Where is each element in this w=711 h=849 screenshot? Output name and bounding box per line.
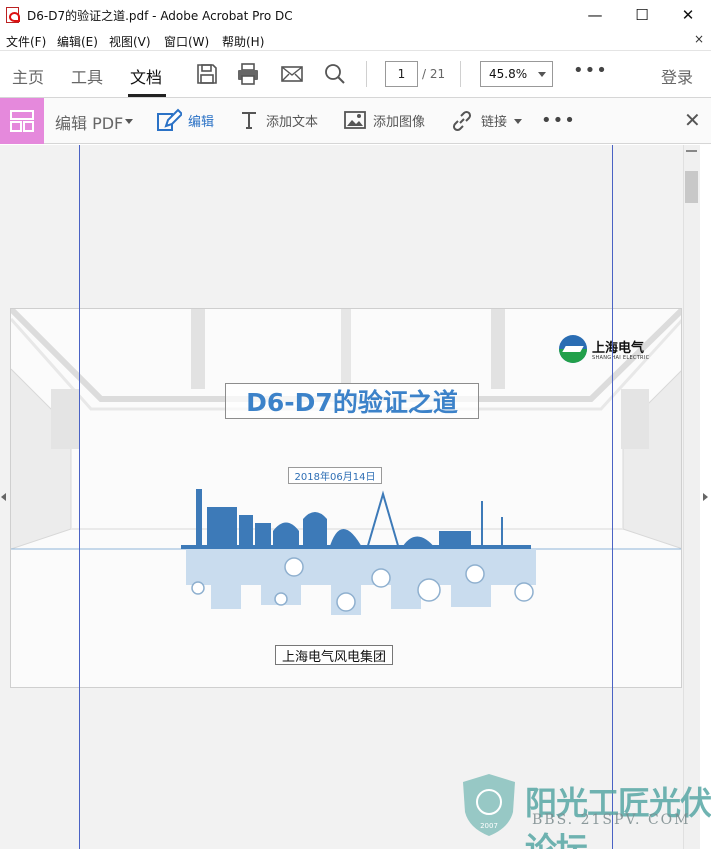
tab-document[interactable]: 文档 (130, 64, 162, 88)
toolbar-divider (460, 61, 461, 87)
tab-tools[interactable]: 工具 (71, 64, 103, 88)
left-panel-toggle-icon[interactable] (1, 493, 6, 501)
chevron-down-icon[interactable] (125, 119, 133, 124)
active-tab-indicator (128, 94, 166, 97)
image-icon[interactable] (344, 111, 366, 129)
maximize-button[interactable]: ☐ (619, 0, 665, 30)
right-panel-toggle-icon[interactable] (703, 493, 708, 501)
chevron-down-icon (538, 72, 546, 77)
logo-chinese-name: 上海电气 (592, 341, 645, 356)
margin-guide-left (79, 145, 80, 849)
scroll-thumb[interactable] (685, 171, 698, 203)
forum-shield-icon: 2007 (463, 774, 515, 836)
email-icon[interactable] (280, 62, 304, 86)
logo-mark (559, 335, 587, 363)
close-document-icon[interactable]: × (694, 32, 704, 46)
print-icon[interactable] (236, 62, 260, 86)
edit-pencil-icon[interactable] (156, 108, 182, 134)
zoom-select[interactable]: 45.8% (480, 61, 553, 87)
menu-file[interactable]: 文件(F) (6, 33, 46, 50)
watermark-year: 2007 (480, 822, 498, 830)
search-icon[interactable] (323, 62, 347, 86)
menu-edit[interactable]: 编辑(E) (57, 33, 98, 50)
login-button[interactable]: 登录 (661, 64, 693, 88)
edit-pdf-icon (10, 110, 34, 132)
close-window-button[interactable]: ✕ (665, 0, 711, 30)
text-icon[interactable] (240, 110, 258, 130)
acrobat-pdf-icon (6, 7, 20, 23)
menu-view[interactable]: 视图(V) (109, 33, 151, 50)
menu-help[interactable]: 帮助(H) (222, 33, 264, 50)
edit-button[interactable]: 编辑 (188, 111, 214, 130)
minimize-button[interactable]: — (572, 0, 618, 30)
edit-pdf-mode-label[interactable]: 编辑 PDF (55, 110, 123, 134)
edit-pdf-tool-tile[interactable] (0, 98, 44, 144)
menu-window[interactable]: 窗口(W) (164, 33, 209, 50)
menu-bar: 文件(F) 编辑(E) 视图(V) 窗口(W) 帮助(H) × (0, 30, 711, 50)
link-icon[interactable] (450, 109, 474, 133)
watermark-url: BBS. 21SPV. COM (532, 812, 691, 828)
title-bar: D6-D7的验证之道.pdf - Adobe Acrobat Pro DC — … (0, 0, 711, 30)
toolbar-divider (366, 61, 367, 87)
slide-title[interactable]: D6-D7的验证之道 (225, 383, 479, 419)
page-number-input[interactable]: 1 (385, 61, 418, 87)
tab-home[interactable]: 主页 (12, 64, 44, 88)
close-edit-toolbar-icon[interactable]: ✕ (684, 108, 701, 132)
page-total: / 21 (422, 67, 446, 81)
link-button[interactable]: 链接 (481, 111, 507, 130)
document-viewport[interactable]: 上海电气 SHANGHAI ELECTRIC D6-D7的验证之道 2018年0… (0, 145, 683, 849)
logo-english-name: SHANGHAI ELECTRIC (592, 355, 650, 361)
shanghai-electric-logo: 上海电气 SHANGHAI ELECTRIC (559, 335, 659, 365)
slide-date[interactable]: 2018年06月14日 (288, 467, 382, 484)
more-edit-tools-button[interactable]: ••• (541, 112, 576, 130)
margin-guide-right (612, 145, 613, 849)
vertical-scrollbar[interactable] (683, 145, 700, 849)
chevron-down-icon[interactable] (514, 119, 522, 124)
save-icon[interactable] (195, 62, 219, 86)
pdf-page: 上海电气 SHANGHAI ELECTRIC D6-D7的验证之道 2018年0… (10, 308, 682, 688)
scroll-up-icon[interactable] (686, 150, 697, 152)
window-title: D6-D7的验证之道.pdf - Adobe Acrobat Pro DC (27, 9, 293, 23)
add-text-button[interactable]: 添加文本 (266, 111, 318, 130)
slide-company[interactable]: 上海电气风电集团 (275, 645, 393, 665)
add-image-button[interactable]: 添加图像 (373, 111, 425, 130)
zoom-value: 45.8% (489, 67, 528, 81)
hall-background-graphic (11, 309, 681, 687)
more-tools-button[interactable]: ••• (573, 62, 608, 80)
